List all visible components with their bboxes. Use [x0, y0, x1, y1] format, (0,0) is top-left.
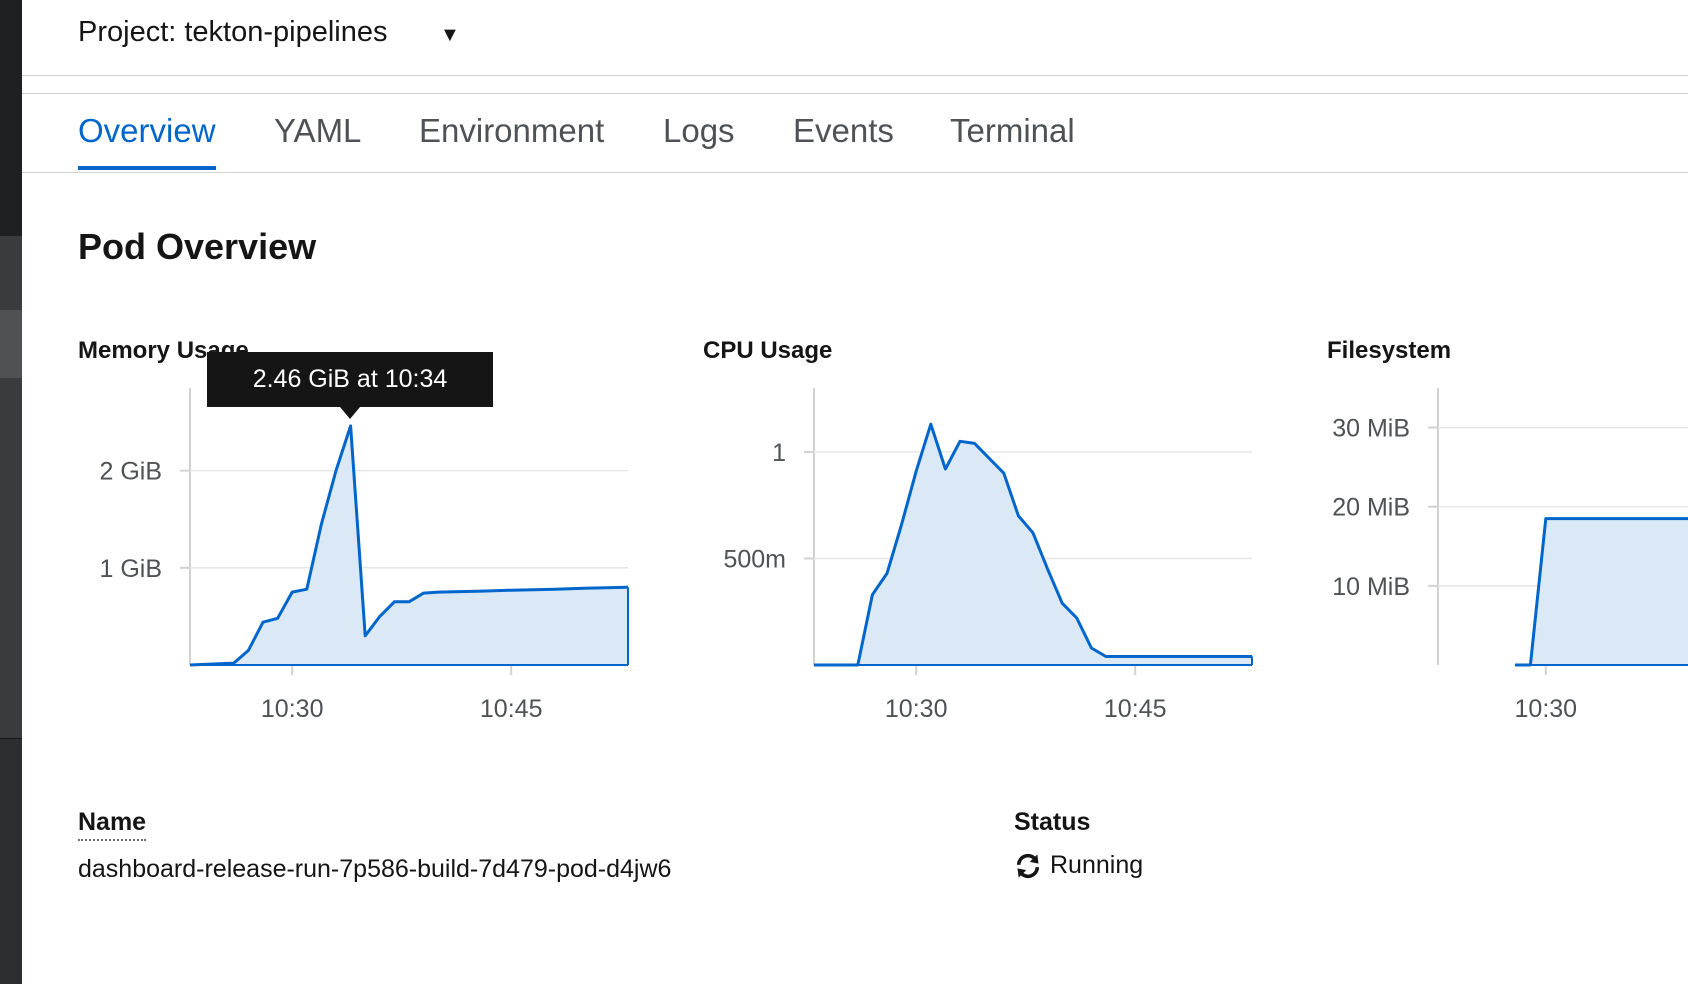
series-area: [814, 424, 1252, 665]
x-tick-label: 10:45: [1104, 695, 1167, 723]
y-tick-label: 20 MiB: [1332, 494, 1410, 522]
name-label[interactable]: Name: [78, 808, 147, 841]
usage-charts: 1 GiB 2 GiB 10:30 10:45 500m 1 10:30 10:45 10 Mi…: [99, 388, 1688, 723]
x-tick-label: 10:30: [885, 695, 948, 723]
series-area: [190, 425, 628, 665]
x-tick-label: 10:30: [261, 695, 324, 723]
x-tick-label: 10:30: [1515, 695, 1578, 723]
y-tick-label: 30 MiB: [1332, 415, 1410, 443]
status-label: Status: [1014, 808, 1091, 836]
y-tick-label: 10 MiB: [1332, 573, 1410, 601]
y-tick-label: 2 GiB: [99, 458, 162, 486]
pod-name-value: dashboard-release-run-7p586-build-7d479-…: [78, 855, 672, 883]
y-tick-label: 500m: [723, 545, 786, 573]
sync-icon: [1016, 853, 1040, 879]
series-area: [1515, 518, 1688, 665]
y-tick-label: 1 GiB: [99, 555, 162, 583]
status-value: Running: [1050, 851, 1144, 879]
chart-tooltip: 2.46 GiB at 10:34: [207, 352, 493, 419]
x-tick-label: 10:45: [480, 695, 543, 723]
y-tick-label: 1: [772, 439, 786, 467]
